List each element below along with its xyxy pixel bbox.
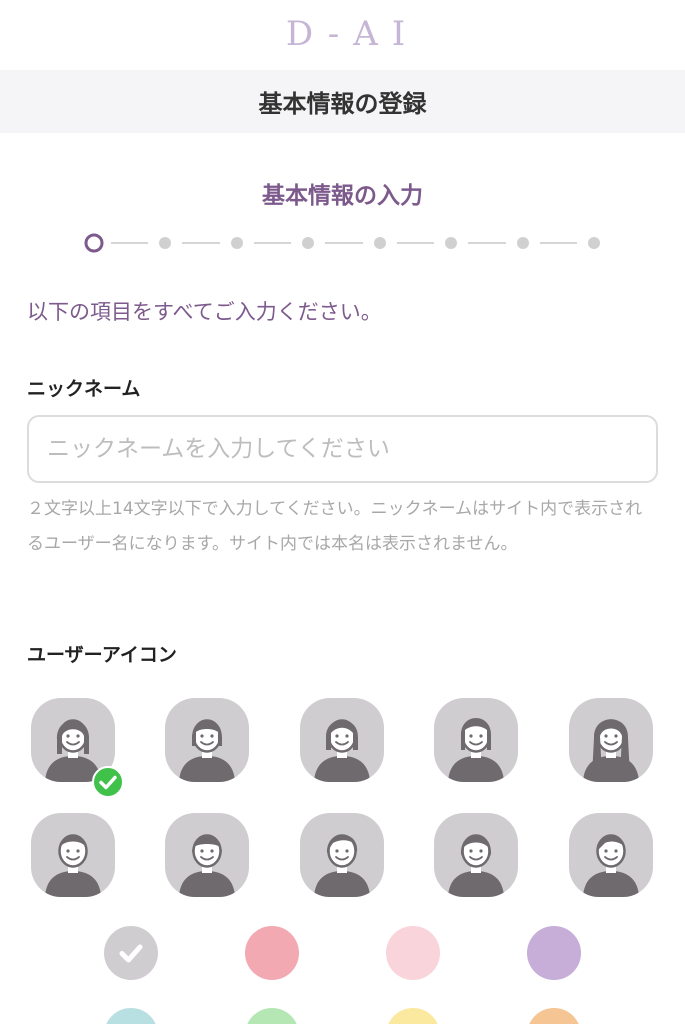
step-connector [111, 242, 149, 244]
woman-long-hair-icon [583, 719, 639, 782]
logo-text: D-AI [285, 14, 420, 54]
step-indicator [159, 237, 172, 249]
swatch-check-icon [119, 944, 143, 963]
color-swatch[interactable] [245, 1008, 299, 1024]
woman-bob-tall-icon [448, 718, 504, 782]
man-short-hair-icon [45, 834, 101, 897]
avatar-option[interactable] [165, 698, 249, 782]
nickname-label: ニックネーム [27, 378, 141, 400]
color-swatch[interactable] [527, 926, 581, 980]
color-swatch[interactable] [245, 926, 299, 980]
man-side-part-icon [314, 834, 370, 897]
avatar-option[interactable] [165, 813, 249, 897]
avatar-option[interactable] [434, 698, 518, 782]
step-connector [396, 242, 435, 244]
step-indicator [230, 237, 243, 249]
page-header: 基本情報の登録 [0, 70, 685, 133]
avatar-option[interactable] [31, 813, 115, 897]
woman-bob-bangs-icon [179, 719, 235, 782]
nickname-input[interactable] [27, 415, 658, 483]
woman-short-hair-icon [448, 834, 504, 897]
brand-logo: D-AI [0, 0, 685, 68]
step-connector [468, 242, 506, 244]
step-indicator [302, 237, 315, 249]
avatar-option[interactable] [300, 813, 384, 897]
avatar-option[interactable] [569, 813, 653, 897]
avatar-option[interactable] [434, 813, 518, 897]
page-title: 基本情報の登録 [258, 90, 427, 118]
color-swatch[interactable] [386, 1008, 440, 1024]
step-connector [325, 242, 363, 244]
nickname-help-text: ２文字以上14文字以下で入力してください。ニックネームはサイト内で表示されるユー… [27, 499, 643, 554]
progress-stepper [84, 232, 604, 254]
step-connector [182, 242, 220, 244]
step-indicator [516, 237, 529, 249]
instruction-text: 以下の項目をすべてご入力ください。 [27, 300, 382, 324]
woman-bob-icon [314, 719, 370, 782]
avatar-option[interactable] [569, 698, 653, 782]
color-swatch[interactable] [104, 926, 158, 980]
section-title: 基本情報の入力 [262, 183, 423, 209]
avatar-option[interactable] [300, 698, 384, 782]
color-swatch[interactable] [386, 926, 440, 980]
color-swatch[interactable] [104, 1008, 158, 1024]
man-bangs-icon [179, 834, 235, 897]
step-indicator-current [84, 233, 104, 253]
step-indicator [588, 237, 600, 249]
step-indicator [373, 237, 386, 249]
color-swatch[interactable] [527, 1008, 581, 1024]
step-connector [539, 242, 577, 244]
step-connector [253, 242, 292, 244]
selected-check-icon [92, 766, 124, 798]
step-indicator [445, 237, 458, 249]
user-icon-label: ユーザーアイコン [27, 644, 177, 666]
man-parted-hair-icon [583, 834, 639, 897]
